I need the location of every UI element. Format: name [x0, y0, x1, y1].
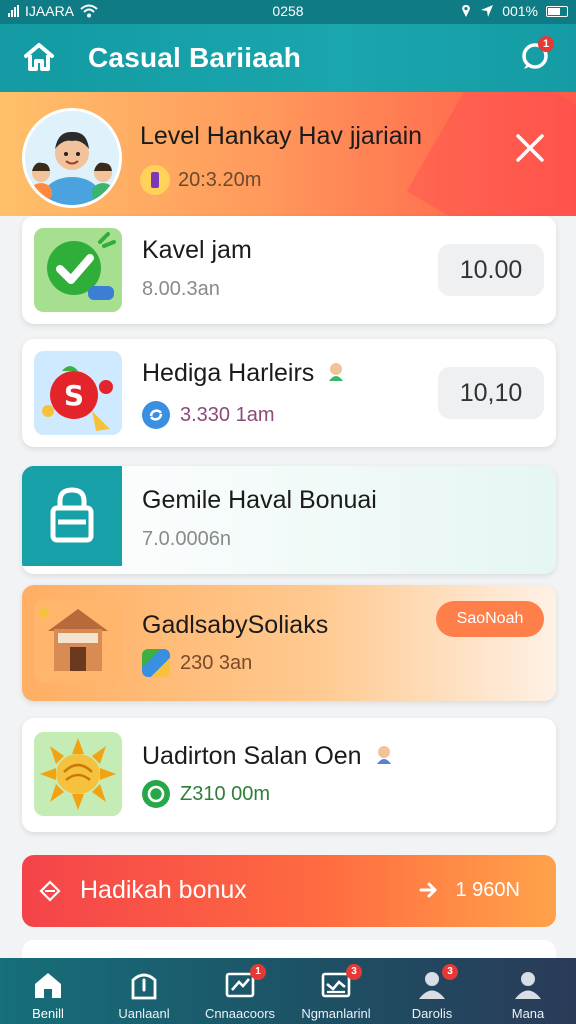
- list-item-gadlsabysoliaks[interactable]: GadlsabySoliaks 230 3an SaoNoah: [22, 585, 556, 701]
- refresh-icon: [142, 401, 170, 429]
- banner-subtitle-row: 20:3.20m: [140, 165, 261, 195]
- item-subtitle-row: 8.00.3an: [142, 278, 220, 301]
- item-action-button[interactable]: 10,10: [438, 367, 544, 419]
- arrow-right-icon: [419, 882, 437, 898]
- item-subtitle: 3.330 1am: [180, 403, 275, 426]
- bonus-value: 1 960N: [455, 879, 521, 901]
- tab-label: Ngmanlarinl: [301, 1006, 371, 1021]
- check-circle-icon: [142, 780, 170, 808]
- tab-label: Darolis: [411, 1006, 453, 1021]
- lock-icon: [22, 466, 122, 566]
- item-subtitle: 230 3an: [180, 651, 253, 674]
- battery-percent: 001%: [502, 3, 538, 19]
- chat-button[interactable]: 1: [518, 36, 554, 74]
- dollar-fruit-game-icon: S: [34, 351, 122, 435]
- timer-badge-icon: [140, 165, 170, 195]
- banner-decoration: [406, 92, 576, 216]
- status-right: 001%: [460, 3, 568, 19]
- tab-label: Uanlaanl: [118, 1006, 170, 1021]
- item-subtitle-row: 7.0.0006n: [142, 528, 231, 551]
- item-action-button[interactable]: 10.00: [438, 244, 544, 296]
- tab-management[interactable]: 3 Ngmanlarinl: [288, 958, 384, 1024]
- tab-label: Benill: [32, 1006, 64, 1021]
- character-emoji-icon: [376, 746, 391, 764]
- chat-badge: 1: [538, 36, 554, 52]
- tab-games[interactable]: Uanlaanl: [96, 958, 192, 1024]
- item-title: Hediga Harleirs: [142, 359, 347, 388]
- item-subtitle-row: 230 3an: [142, 649, 252, 677]
- item-subtitle-row: Z310 00m: [142, 780, 270, 808]
- item-subtitle: 7.0.0006n: [142, 528, 231, 550]
- list-item-kavel-jam[interactable]: Kavel jam 8.00.3an 10.00: [22, 216, 556, 324]
- shield-icon: [131, 973, 157, 1000]
- app-header: Casual Bariiaah 1: [0, 24, 576, 92]
- item-title: Uadirton Salan Oen: [142, 742, 395, 771]
- tab-badge: 3: [442, 964, 458, 980]
- diamond-icon: [39, 880, 61, 902]
- item-subtitle: 8.00.3an: [142, 278, 220, 300]
- bottom-tab-bar: Benill Uanlaanl 1 Cnnaacoors 3 Ngmanlari…: [0, 958, 576, 1024]
- status-bar: IJAARA 0258 001%: [0, 0, 576, 24]
- tab-badge: 1: [250, 964, 266, 980]
- family-avatar: [22, 108, 122, 208]
- navigation-arrow-icon: [481, 5, 494, 17]
- list-item-hediga-harleirs[interactable]: S Hediga Harleirs 3.330 1am 10,10: [22, 339, 556, 447]
- close-icon[interactable]: [512, 130, 548, 166]
- item-subtitle-row: 3.330 1am: [142, 401, 275, 429]
- tab-label: Mana: [511, 1006, 545, 1021]
- item-title-text: Hediga Harleirs: [142, 359, 315, 387]
- level-banner[interactable]: Level Hankay Hav jjariain 20:3.20m: [0, 92, 576, 216]
- bonus-bar[interactable]: Hadikah bonux 1 960N: [22, 855, 556, 927]
- location-icon: [462, 5, 471, 17]
- checkmark-game-icon: [34, 228, 122, 312]
- banner-title: Level Hankay Hav jjariain: [140, 122, 423, 150]
- app-title: Casual Bariiaah: [88, 42, 302, 73]
- list-item-gemile-haval-bonuai[interactable]: Gemile Haval Bonuai 7.0.0006n: [22, 466, 556, 574]
- item-title: Kavel jam: [142, 236, 252, 264]
- tab-home[interactable]: Benill: [0, 958, 96, 1024]
- item-title: Gemile Haval Bonuai: [142, 486, 377, 514]
- tab-badge: 3: [346, 964, 362, 980]
- item-title: GadlsabySoliaks: [142, 611, 329, 639]
- tab-label: Cnnaacoors: [204, 1006, 276, 1021]
- svg-text:S: S: [64, 379, 84, 412]
- cube-icon: [142, 649, 170, 677]
- house-game-icon: [34, 599, 122, 683]
- home-icon: [35, 973, 61, 998]
- sun-shell-game-icon: [34, 732, 122, 816]
- tab-menu[interactable]: Mana: [480, 958, 576, 1024]
- tab-details[interactable]: 3 Darolis: [384, 958, 480, 1024]
- item-title-text: Uadirton Salan Oen: [142, 742, 362, 770]
- character-emoji-icon: [329, 363, 344, 381]
- home-icon[interactable]: [22, 40, 56, 74]
- banner-subtitle: 20:3.20m: [178, 168, 262, 191]
- list-item-uadirton-salan-oen[interactable]: Uadirton Salan Oen Z310 00m: [22, 718, 556, 832]
- item-action-button[interactable]: SaoNoah: [436, 601, 544, 637]
- item-subtitle: Z310 00m: [180, 782, 271, 805]
- bonus-label: Hadikah bonux: [80, 876, 247, 904]
- profile-icon: [515, 972, 541, 999]
- battery-icon: [546, 5, 568, 17]
- tab-connectors[interactable]: 1 Cnnaacoors: [192, 958, 288, 1024]
